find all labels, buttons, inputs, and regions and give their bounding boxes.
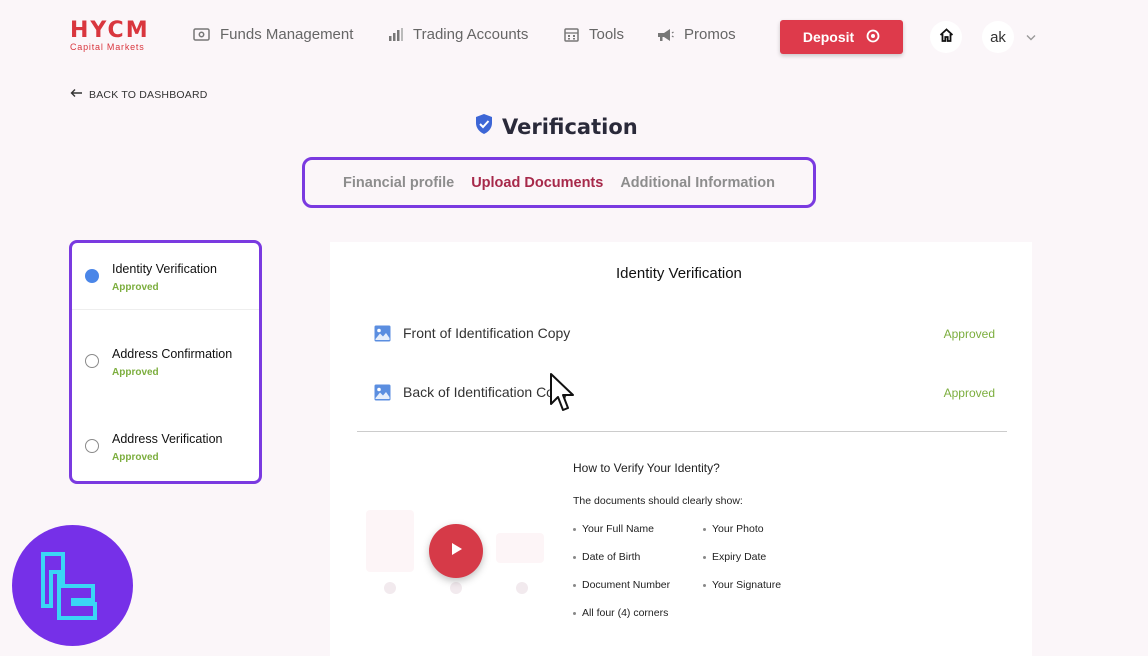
requirement-text: All four (4) corners xyxy=(582,607,669,619)
divider xyxy=(72,309,259,310)
nav-label: Tools xyxy=(589,26,625,43)
image-file-icon xyxy=(374,384,391,406)
divider xyxy=(357,431,1007,432)
page-title-text: Verification xyxy=(502,114,638,139)
bullet xyxy=(573,583,576,587)
thumbnail-dot xyxy=(516,582,528,594)
thumbnail-card xyxy=(366,510,414,572)
radio-selected[interactable] xyxy=(85,269,99,283)
image-file-icon xyxy=(374,325,391,347)
deposit-label: Deposit xyxy=(802,29,855,45)
bullet xyxy=(573,611,576,615)
requirement-text: Document Number xyxy=(582,579,671,591)
tab-upload-documents[interactable]: Upload Documents xyxy=(471,175,603,191)
document-status: Approved xyxy=(943,386,995,400)
bullet xyxy=(573,527,576,531)
step-identity-verification[interactable]: Identity Verification Approved xyxy=(72,243,259,325)
home-icon xyxy=(939,27,954,47)
home-button[interactable] xyxy=(930,21,962,53)
avatar: ak xyxy=(982,21,1014,53)
logo-text: HYCM xyxy=(70,18,150,43)
back-link-label: BACK TO DASHBOARD xyxy=(89,88,208,101)
step-address-confirmation[interactable]: Address Confirmation Approved xyxy=(72,328,259,410)
step-status: Approved xyxy=(112,367,159,378)
nav-label: Funds Management xyxy=(220,26,354,43)
requirement-text: Your Signature xyxy=(712,579,782,591)
requirement-item: Expiry Date xyxy=(703,551,766,563)
requirement-item: All four (4) corners xyxy=(573,607,668,619)
step-label: Address Verification xyxy=(112,432,223,446)
howto-title: How to Verify Your Identity? xyxy=(573,461,720,475)
play-icon xyxy=(448,541,464,562)
refresh-coin-icon xyxy=(866,29,880,46)
panel-title: Identity Verification xyxy=(616,265,742,282)
document-row-front[interactable]: Front of Identification Copy Approved xyxy=(358,307,1008,357)
document-name: Front of Identification Copy xyxy=(403,325,571,341)
requirement-item: Document Number xyxy=(573,579,670,591)
verification-steps: Identity Verification Approved Address C… xyxy=(69,240,262,484)
requirement-item: Your Photo xyxy=(703,523,764,535)
nav-promos[interactable]: Promos xyxy=(656,26,736,43)
calculator-icon xyxy=(564,27,579,42)
nav-trading-accounts[interactable]: Trading Accounts xyxy=(388,26,528,43)
page-title: Verification xyxy=(474,113,638,140)
requirement-text: Date of Birth xyxy=(582,551,641,563)
radio-unselected[interactable] xyxy=(85,354,99,368)
user-menu[interactable]: ak xyxy=(982,21,1036,53)
tradingcritique-logo xyxy=(12,525,133,646)
shield-check-icon xyxy=(474,113,494,140)
verification-tabs: Financial profile Upload Documents Addit… xyxy=(302,157,816,208)
tab-additional-information[interactable]: Additional Information xyxy=(620,175,775,191)
requirement-item: Date of Birth xyxy=(573,551,640,563)
requirement-item: Your Signature xyxy=(703,579,781,591)
hycm-logo[interactable]: HYCM Capital Markets xyxy=(70,18,150,53)
requirement-text: Your Photo xyxy=(712,523,764,535)
nav-funds-management[interactable]: Funds Management xyxy=(193,26,353,43)
nav-label: Trading Accounts xyxy=(413,26,529,43)
document-status: Approved xyxy=(943,327,995,341)
document-name: Back of Identification Copy xyxy=(403,384,569,400)
bullet xyxy=(703,583,706,587)
bullet xyxy=(573,555,576,559)
play-button[interactable] xyxy=(429,524,483,578)
thumbnail-dot xyxy=(384,582,396,594)
top-header: HYCM Capital Markets Funds Management Tr… xyxy=(0,0,1148,76)
requirement-item: Your Full Name xyxy=(573,523,654,535)
back-to-dashboard-link[interactable]: BACK TO DASHBOARD xyxy=(70,88,208,101)
step-address-verification[interactable]: Address Verification Approved xyxy=(72,413,259,481)
radio-unselected[interactable] xyxy=(85,439,99,453)
arrow-left-icon xyxy=(70,88,83,101)
bar-chart-icon xyxy=(388,28,403,41)
step-label: Identity Verification xyxy=(112,262,217,276)
howto-subtitle: The documents should clearly show: xyxy=(573,495,743,507)
logo-tagline: Capital Markets xyxy=(70,42,145,52)
thumbnail-card xyxy=(496,533,544,563)
video-thumbnail[interactable] xyxy=(358,495,558,620)
chevron-down-icon xyxy=(1026,28,1036,46)
bullet xyxy=(703,555,706,559)
step-label: Address Confirmation xyxy=(112,347,233,361)
bullet xyxy=(703,527,706,531)
step-status: Approved xyxy=(112,452,159,463)
deposit-button[interactable]: Deposit xyxy=(780,20,903,54)
wallet-icon xyxy=(193,28,210,41)
document-row-back[interactable]: Back of Identification Copy Approved xyxy=(358,366,1008,416)
step-status: Approved xyxy=(112,282,159,293)
megaphone-icon xyxy=(656,28,674,42)
mouse-cursor-icon xyxy=(549,372,577,419)
requirement-text: Your Full Name xyxy=(582,523,654,535)
thumbnail-dot xyxy=(450,582,462,594)
requirement-text: Expiry Date xyxy=(712,551,767,563)
tab-financial-profile[interactable]: Financial profile xyxy=(343,175,454,191)
nav-tools[interactable]: Tools xyxy=(564,26,624,43)
nav-label: Promos xyxy=(684,26,736,43)
